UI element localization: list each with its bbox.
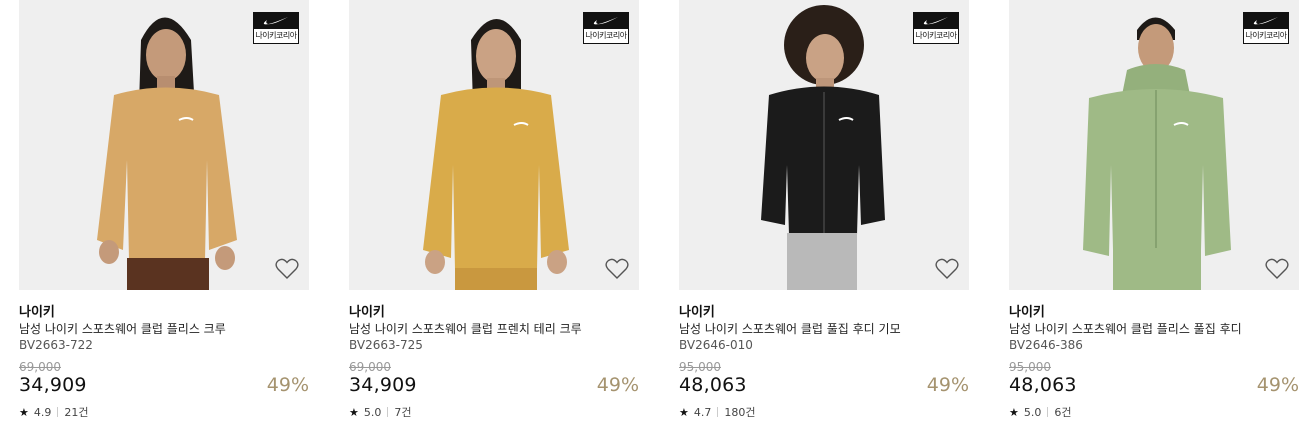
discount-rate: 49%: [1256, 374, 1299, 396]
original-price: 69,000: [19, 360, 61, 374]
sale-price: 48,063: [679, 374, 747, 396]
divider: [387, 407, 389, 417]
brand-name[interactable]: 나이키: [349, 301, 385, 320]
rating-row: ★ 5.0 7건: [349, 404, 412, 420]
sale-price: 34,909: [19, 374, 87, 396]
brand-name[interactable]: 나이키: [1009, 301, 1045, 320]
product-card[interactable]: 나이키코리아 나이키 남성 나이키 스포츠웨어 클럽 플리스 크루 BV2663…: [19, 0, 311, 443]
product-name[interactable]: 남성 나이키 스포츠웨어 클럽 플리스 크루: [19, 320, 226, 337]
badge-label: 나이키코리아: [255, 31, 297, 40]
brand-badge: 나이키코리아: [253, 12, 299, 44]
rating-value: 5.0: [363, 405, 382, 419]
product-card[interactable]: 나이키코리아 나이키 남성 나이키 스포츠웨어 클럽 플리스 풀집 후디 BV2…: [1009, 0, 1301, 443]
original-price: 95,000: [1009, 360, 1051, 374]
brand-badge: 나이키코리아: [1243, 12, 1289, 44]
brand-badge: 나이키코리아: [583, 12, 629, 44]
star-icon: ★: [679, 405, 689, 419]
star-icon: ★: [19, 405, 29, 419]
product-image[interactable]: 나이키코리아: [1009, 0, 1299, 290]
product-name[interactable]: 남성 나이키 스포츠웨어 클럽 프렌치 테리 크루: [349, 320, 582, 337]
product-code: BV2646-386: [1009, 338, 1083, 352]
brand-name[interactable]: 나이키: [679, 301, 715, 320]
discount-rate: 49%: [266, 374, 309, 396]
rating-row: ★ 4.7 180건: [679, 404, 756, 420]
divider: [57, 407, 59, 417]
badge-label: 나이키코리아: [915, 31, 957, 40]
nike-swoosh-icon: [254, 13, 298, 29]
star-icon: ★: [1009, 405, 1019, 419]
product-image[interactable]: 나이키코리아: [19, 0, 309, 290]
badge-label: 나이키코리아: [1245, 31, 1287, 40]
discount-rate: 49%: [926, 374, 969, 396]
nike-swoosh-icon: [1244, 13, 1288, 29]
sale-price: 48,063: [1009, 374, 1077, 396]
review-count: 180건: [724, 406, 756, 419]
rating-value: 5.0: [1023, 405, 1042, 419]
discount-rate: 49%: [596, 374, 639, 396]
product-card[interactable]: 나이키코리아 나이키 남성 나이키 스포츠웨어 클럽 풀집 후디 기모 BV26…: [679, 0, 971, 443]
heart-icon[interactable]: [935, 258, 959, 280]
review-count: 6건: [1054, 406, 1072, 419]
product-code: BV2646-010: [679, 338, 753, 352]
brand-name[interactable]: 나이키: [19, 301, 55, 320]
product-card[interactable]: 나이키코리아 나이키 남성 나이키 스포츠웨어 클럽 프렌치 테리 크루 BV2…: [349, 0, 641, 443]
sale-price: 34,909: [349, 374, 417, 396]
badge-label: 나이키코리아: [585, 31, 627, 40]
rating-value: 4.9: [33, 405, 52, 419]
heart-icon[interactable]: [1265, 258, 1289, 280]
heart-icon[interactable]: [605, 258, 629, 280]
product-name[interactable]: 남성 나이키 스포츠웨어 클럽 풀집 후디 기모: [679, 320, 901, 337]
product-image[interactable]: 나이키코리아: [349, 0, 639, 290]
nike-swoosh-icon: [914, 13, 958, 29]
original-price: 95,000: [679, 360, 721, 374]
rating-row: ★ 5.0 6건: [1009, 404, 1072, 420]
product-code: BV2663-725: [349, 338, 423, 352]
divider: [1047, 407, 1049, 417]
review-count: 7건: [394, 406, 412, 419]
product-code: BV2663-722: [19, 338, 93, 352]
divider: [717, 407, 719, 417]
original-price: 69,000: [349, 360, 391, 374]
rating-value: 4.7: [693, 405, 712, 419]
review-count: 21건: [64, 406, 89, 419]
star-icon: ★: [349, 405, 359, 419]
rating-row: ★ 4.9 21건: [19, 404, 89, 420]
product-image[interactable]: 나이키코리아: [679, 0, 969, 290]
nike-swoosh-icon: [584, 13, 628, 29]
heart-icon[interactable]: [275, 258, 299, 280]
brand-badge: 나이키코리아: [913, 12, 959, 44]
product-grid: 나이키코리아 나이키 남성 나이키 스포츠웨어 클럽 플리스 크루 BV2663…: [0, 0, 1311, 443]
product-name[interactable]: 남성 나이키 스포츠웨어 클럽 플리스 풀집 후디: [1009, 320, 1242, 337]
